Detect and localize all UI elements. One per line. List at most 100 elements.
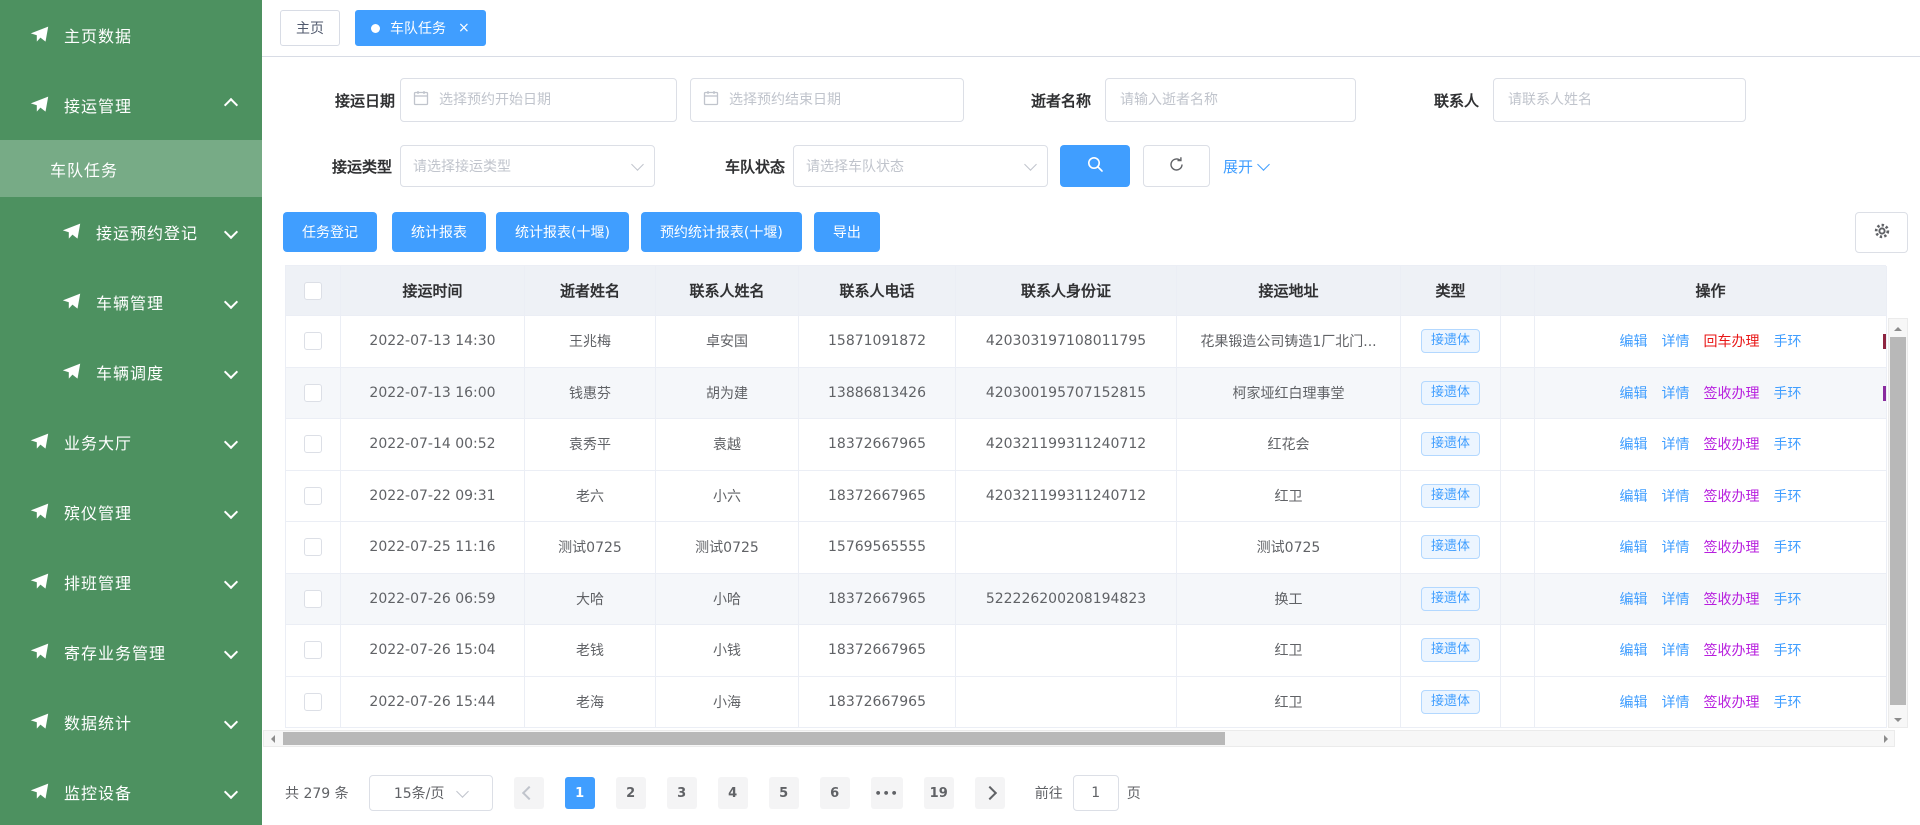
action-link-detail[interactable]: 详情 (1662, 331, 1690, 351)
action-link-detail[interactable]: 详情 (1662, 383, 1690, 403)
sidebar-item-8[interactable]: 殡仪管理 (0, 477, 262, 547)
sidebar-item-11[interactable]: 数据统计 (0, 687, 262, 757)
action-link-edit[interactable]: 编辑 (1620, 589, 1648, 609)
date-end-field[interactable] (727, 91, 951, 109)
tab-2[interactable]: 车队任务× (355, 10, 486, 46)
action-link-sign-handle[interactable]: 签收办理 (1704, 434, 1760, 454)
action-link-edit[interactable]: 编辑 (1620, 537, 1648, 557)
action-link-detail[interactable]: 详情 (1662, 589, 1690, 609)
contact-idcard-cell (956, 625, 1177, 677)
sidebar-item-4[interactable]: 接运预约登记 (0, 197, 262, 267)
page-more-button[interactable]: ••• (871, 777, 903, 809)
horizontal-scroll-thumb[interactable] (283, 732, 1225, 745)
sidebar-item-7[interactable]: 业务大厅 (0, 407, 262, 477)
action-link-detail[interactable]: 详情 (1662, 486, 1690, 506)
page-button-2[interactable]: 2 (616, 777, 646, 809)
date-end-input[interactable] (690, 78, 964, 122)
toolbar-button-4[interactable]: 预约统计报表(十堰) (641, 212, 802, 252)
row-checkbox[interactable] (304, 487, 322, 505)
sidebar-item-9[interactable]: 排班管理 (0, 547, 262, 617)
row-checkbox[interactable] (304, 384, 322, 402)
page-button-6[interactable]: 6 (820, 777, 850, 809)
action-link-wristband[interactable]: 手环 (1774, 434, 1802, 454)
row-checkbox[interactable] (304, 693, 322, 711)
contact-name-field[interactable] (1506, 91, 1733, 109)
toolbar-button-1[interactable]: 任务登记 (283, 212, 377, 252)
action-link-wristband[interactable]: 手环 (1774, 383, 1802, 403)
search-button[interactable] (1060, 145, 1130, 187)
vertical-scrollbar[interactable] (1888, 318, 1908, 728)
column-settings-button[interactable] (1855, 212, 1908, 253)
scroll-up-icon[interactable] (1894, 323, 1902, 331)
tab-1[interactable]: 主页 (280, 10, 340, 46)
row-checkbox[interactable] (304, 641, 322, 659)
deceased-name-input[interactable] (1105, 78, 1356, 122)
sidebar-item-3[interactable]: 车队任务 (0, 140, 262, 197)
page-button-19[interactable]: 19 (924, 777, 954, 809)
scroll-right-icon[interactable] (1884, 735, 1892, 743)
vertical-scroll-thumb[interactable] (1890, 337, 1906, 705)
pickup-type-select[interactable]: 请选择接运类型 (400, 145, 655, 187)
close-icon[interactable]: × (458, 21, 470, 35)
chevron-down-icon (224, 225, 238, 239)
action-link-sign-handle[interactable]: 签收办理 (1704, 589, 1760, 609)
expand-toggle[interactable]: 展开 (1223, 156, 1268, 177)
action-link-edit[interactable]: 编辑 (1620, 434, 1648, 454)
action-link-wristband[interactable]: 手环 (1774, 486, 1802, 506)
prev-page-button[interactable] (514, 777, 544, 809)
action-link-detail[interactable]: 详情 (1662, 692, 1690, 712)
page-button-4[interactable]: 4 (718, 777, 748, 809)
page-button-1[interactable]: 1 (565, 777, 595, 809)
action-link-sign-handle[interactable]: 签收办理 (1704, 383, 1760, 403)
sidebar-item-2[interactable]: 接运管理 (0, 70, 262, 140)
sidebar-item-5[interactable]: 车辆管理 (0, 267, 262, 337)
action-link-sign-handle[interactable]: 签收办理 (1704, 537, 1760, 557)
action-link-edit[interactable]: 编辑 (1620, 486, 1648, 506)
row-checkbox[interactable] (304, 435, 322, 453)
row-checkbox[interactable] (304, 590, 322, 608)
fleet-status-select[interactable]: 请选择车队状态 (793, 145, 1048, 187)
date-start-input[interactable] (400, 78, 677, 122)
type-tag: 接遗体 (1421, 484, 1480, 508)
action-link-edit[interactable]: 编辑 (1620, 331, 1648, 351)
scroll-left-icon[interactable] (267, 735, 275, 743)
action-link-wristband[interactable]: 手环 (1774, 589, 1802, 609)
reset-button[interactable] (1143, 145, 1210, 187)
action-link-sign-handle[interactable]: 签收办理 (1704, 640, 1760, 660)
row-checkbox[interactable] (304, 538, 322, 556)
sidebar-item-6[interactable]: 车辆调度 (0, 337, 262, 407)
page-button-3[interactable]: 3 (667, 777, 697, 809)
next-page-button[interactable] (975, 777, 1005, 809)
page-size-select[interactable]: 15条/页 (369, 775, 493, 811)
horizontal-scrollbar[interactable] (263, 730, 1895, 747)
toolbar-button-3[interactable]: 统计报表(十堰) (496, 212, 629, 252)
sidebar-item-12[interactable]: 监控设备 (0, 757, 262, 825)
toolbar-button-2[interactable]: 统计报表 (392, 212, 486, 252)
pickup-date-label: 接运日期 (313, 90, 395, 111)
action-link-wristband[interactable]: 手环 (1774, 640, 1802, 660)
toolbar-button-5[interactable]: 导出 (814, 212, 880, 252)
scroll-down-icon[interactable] (1894, 718, 1902, 726)
action-link-detail[interactable]: 详情 (1662, 434, 1690, 454)
sidebar-item-10[interactable]: 寄存业务管理 (0, 617, 262, 687)
deceased-name-field[interactable] (1118, 91, 1343, 109)
goto-page-input[interactable] (1073, 775, 1119, 811)
action-link-sign-handle[interactable]: 签收办理 (1704, 486, 1760, 506)
action-link-wristband[interactable]: 手环 (1774, 331, 1802, 351)
sidebar-item-1[interactable]: 主页数据 (0, 0, 262, 70)
select-all-checkbox[interactable] (304, 282, 322, 300)
action-link-edit[interactable]: 编辑 (1620, 640, 1648, 660)
page-button-5[interactable]: 5 (769, 777, 799, 809)
action-link-edit[interactable]: 编辑 (1620, 692, 1648, 712)
date-start-field[interactable] (437, 91, 664, 109)
action-link-sign-handle[interactable]: 签收办理 (1704, 692, 1760, 712)
action-link-detail[interactable]: 详情 (1662, 537, 1690, 557)
action-link-edit[interactable]: 编辑 (1620, 383, 1648, 403)
contact-name-input[interactable] (1493, 78, 1746, 122)
row-checkbox[interactable] (304, 332, 322, 350)
action-link-wristband[interactable]: 手环 (1774, 537, 1802, 557)
action-link-wristband[interactable]: 手环 (1774, 692, 1802, 712)
action-link-return-handle[interactable]: 回车办理 (1704, 331, 1760, 351)
deceased-name-cell: 老海 (525, 677, 656, 729)
action-link-detail[interactable]: 详情 (1662, 640, 1690, 660)
